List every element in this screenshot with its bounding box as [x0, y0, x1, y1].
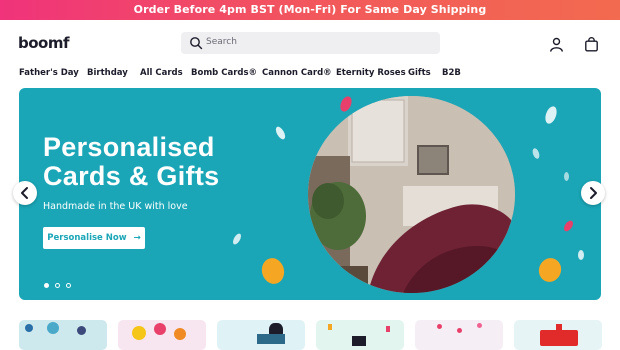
carousel-dot-1[interactable]	[44, 283, 49, 288]
carousel-prev-button[interactable]	[13, 181, 37, 205]
chevron-left-icon	[21, 187, 28, 199]
search-icon	[190, 37, 203, 50]
confetti-piece	[535, 254, 565, 286]
carousel-dot-3[interactable]	[66, 283, 71, 288]
confetti-piece	[543, 104, 559, 126]
hero-banner[interactable]: Personalised Cards & Gifts Handmade in t…	[19, 88, 601, 300]
promo-banner: Order Before 4pm BST (Mon-Fri) For Same …	[0, 0, 620, 20]
nav-item-birthday[interactable]: Birthday	[87, 68, 128, 78]
confetti-piece	[562, 219, 575, 233]
category-tiles	[0, 320, 620, 350]
arrow-right-icon: →	[133, 233, 141, 243]
boomf-logo[interactable]: boomf	[18, 35, 70, 51]
search-placeholder: Search	[206, 37, 237, 47]
nav-item-all-cards[interactable]: All Cards	[140, 68, 183, 78]
nav-item-fathers-day[interactable]: Father's Day	[19, 68, 79, 78]
user-icon[interactable]	[549, 37, 564, 52]
hero-subtitle: Handmade in the UK with love	[43, 201, 188, 212]
category-nav: Father's Day Birthday All Cards Bomb Car…	[0, 64, 620, 84]
chevron-right-icon	[590, 187, 597, 199]
confetti-piece	[531, 147, 541, 160]
hero-title-line1: Personalised	[43, 132, 215, 162]
nav-item-eternity-roses[interactable]: Eternity Roses	[336, 68, 406, 78]
confetti-piece	[259, 255, 287, 287]
hero-photo-scene	[308, 96, 515, 293]
nav-item-bomb-cards[interactable]: Bomb Cards®	[191, 68, 257, 78]
personalise-now-button[interactable]: Personalise Now →	[43, 227, 145, 249]
nav-item-gifts[interactable]: Gifts	[408, 68, 431, 78]
confetti-piece	[578, 250, 584, 260]
category-tile-4[interactable]	[316, 320, 404, 350]
category-tile-6[interactable]	[514, 320, 602, 350]
site-header: boomf Search	[0, 20, 620, 64]
confetti-piece	[273, 125, 288, 141]
confetti-piece	[564, 172, 569, 181]
confetti-piece	[338, 94, 354, 114]
personalise-now-label: Personalise Now	[47, 233, 127, 243]
category-tile-2[interactable]	[118, 320, 206, 350]
hero-photo	[308, 96, 515, 293]
category-tile-3[interactable]	[217, 320, 305, 350]
category-tile-5[interactable]	[415, 320, 503, 350]
confetti-piece	[231, 232, 243, 246]
nav-item-b2b[interactable]: B2B	[442, 68, 461, 78]
search-input[interactable]: Search	[181, 32, 440, 54]
carousel-next-button[interactable]	[581, 181, 605, 205]
nav-item-cannon-card[interactable]: Cannon Card®	[262, 68, 332, 78]
carousel-dot-2[interactable]	[55, 283, 60, 288]
hero-title-line2: Cards & Gifts	[43, 161, 220, 191]
promo-text: Order Before 4pm BST (Mon-Fri) For Same …	[133, 3, 487, 16]
hero-title: Personalised Cards & Gifts	[43, 133, 219, 191]
bag-icon[interactable]	[584, 37, 599, 52]
category-tile-1[interactable]	[19, 320, 107, 350]
